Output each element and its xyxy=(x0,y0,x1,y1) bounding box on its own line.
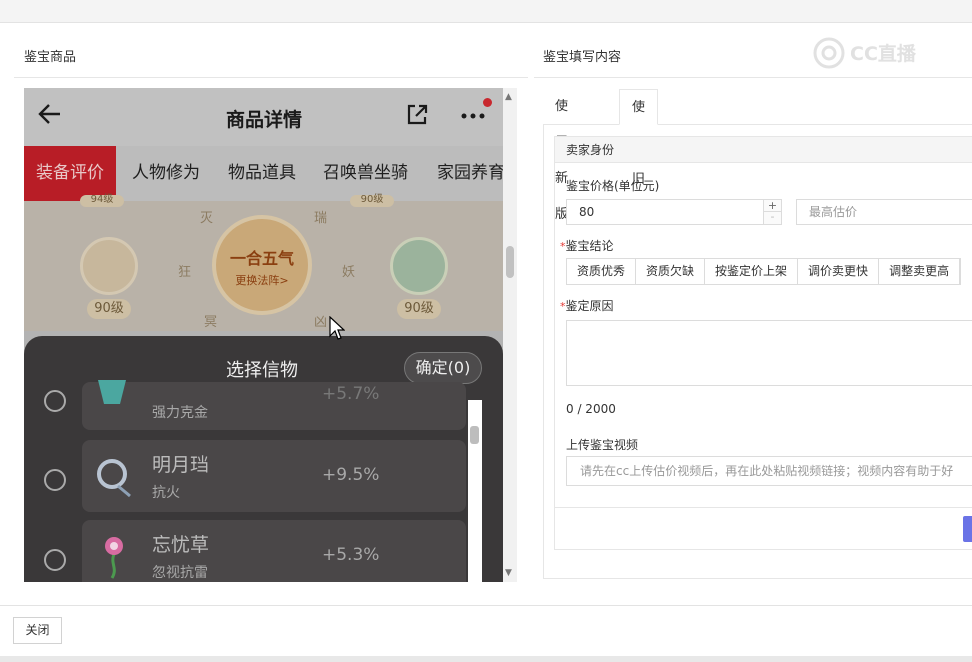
phone-tab: 家园养育 xyxy=(437,163,503,183)
conclusion-options: 资质优秀 资质欠缺 按鉴定价上架 调价卖更快 调整卖更高 xyxy=(566,258,962,285)
divider xyxy=(0,605,972,606)
tab-old-version[interactable]: 使用旧版 xyxy=(619,89,659,223)
price-label: 鉴宝价格(单位元) xyxy=(566,179,660,193)
option-list-at-price[interactable]: 按鉴定价上架 xyxy=(705,259,799,284)
minus-icon[interactable]: - xyxy=(764,211,781,224)
max-price-input[interactable]: 最高估价 xyxy=(796,199,972,225)
item-name: 忘忧草 xyxy=(152,534,210,556)
radio-button xyxy=(44,390,66,412)
rune-glyph: 冥 xyxy=(204,315,218,330)
reason-textarea[interactable] xyxy=(566,320,972,386)
radio-button xyxy=(44,549,66,571)
left-panel-scrollbar[interactable] xyxy=(503,88,517,582)
sheet-scroll-thumb xyxy=(470,426,479,444)
conclusion-label: *鉴宝结论 xyxy=(560,237,614,254)
list-item xyxy=(82,440,466,512)
close-button[interactable]: 关闭 xyxy=(13,617,62,644)
phone-page-title: 商品详情 xyxy=(225,109,302,131)
sheet-title: 选择信物 xyxy=(226,360,298,381)
phone-tab: 装备评价 xyxy=(24,146,116,201)
change-formation-link: 更换法阵> xyxy=(235,274,289,287)
formation-left-orb xyxy=(80,237,138,295)
token-flower-icon xyxy=(92,532,138,580)
item-attribute: 抗火 xyxy=(152,485,180,501)
rune-glyph: 凶 xyxy=(314,315,328,330)
formation-name: 一合五气 xyxy=(229,249,294,268)
seller-identity-header: 卖家身份 xyxy=(555,137,972,163)
watermark-logo: CC直播 xyxy=(812,36,942,70)
list-item xyxy=(82,520,466,582)
share-icon xyxy=(404,102,430,128)
token-jade-icon xyxy=(92,380,138,410)
divider xyxy=(14,77,528,78)
tab-new-version[interactable]: 使用新版 xyxy=(543,89,580,222)
window-top-strip xyxy=(0,0,972,23)
phone-tab: 物品道具 xyxy=(228,163,296,183)
mouse-cursor-icon xyxy=(329,315,346,342)
option-sell-higher[interactable]: 调整卖更高 xyxy=(879,259,961,284)
item-bonus: +5.3% xyxy=(322,545,380,565)
divider xyxy=(534,77,972,78)
item-attribute: 忽视抗雷 xyxy=(152,565,208,581)
level-badge: 94级 xyxy=(80,195,124,207)
video-label: 上传鉴宝视频 xyxy=(566,438,639,452)
submit-button[interactable] xyxy=(963,516,972,542)
formation-right-orb xyxy=(390,237,448,295)
left-panel-title: 鉴宝商品 xyxy=(24,50,77,65)
confirm-button: 确定(0) xyxy=(404,352,482,384)
level-badge: 90级 xyxy=(350,195,394,207)
scroll-up-arrow-icon[interactable]: ▲ xyxy=(505,92,512,102)
reason-label: *鉴定原因 xyxy=(560,297,614,314)
product-screenshot: 商品详情 装备评价 人物修为 物品道具 召唤兽坐骑 家园养育 94级 90级 一… xyxy=(24,88,503,582)
phone-tab: 人物修为 xyxy=(132,163,200,183)
phone-tab: 召唤兽坐骑 xyxy=(323,163,408,183)
back-arrow-icon xyxy=(36,100,64,128)
token-select-sheet: 选择信物 确定(0) 强力克金 +5.7% 明月珰 抗火 +9.5% 忘忧草 忽… xyxy=(24,336,503,582)
reason-label-text: 鉴定原因 xyxy=(565,299,614,313)
radio-button xyxy=(44,469,66,491)
rune-glyph: 瑞 xyxy=(314,211,328,226)
char-counter: 0 / 2000 xyxy=(566,402,616,416)
scroll-thumb[interactable] xyxy=(506,246,514,278)
formation-artwork: 94级 90级 一合五气 更换法阵> 90级 90级 灭 瑞 狂 妖 冥 凶 xyxy=(24,195,503,331)
window-bottom-strip xyxy=(0,656,972,662)
notification-dot xyxy=(483,98,492,107)
price-input[interactable]: 80 xyxy=(566,199,764,225)
price-stepper[interactable]: + - xyxy=(763,199,782,225)
rune-glyph: 灭 xyxy=(200,211,214,226)
conclusion-label-text: 鉴宝结论 xyxy=(565,239,614,253)
level-badge: 90级 xyxy=(87,299,131,319)
svg-text:CC直播: CC直播 xyxy=(850,42,917,65)
more-icon xyxy=(460,106,490,126)
option-sell-faster[interactable]: 调价卖更快 xyxy=(798,259,880,284)
option-lacking[interactable]: 资质欠缺 xyxy=(636,259,706,284)
scroll-down-arrow-icon[interactable]: ▼ xyxy=(505,568,512,578)
list-item xyxy=(82,382,466,430)
rune-glyph: 妖 xyxy=(342,265,356,280)
divider xyxy=(555,507,972,508)
item-bonus: +5.7% xyxy=(322,384,380,404)
item-name: 明月珰 xyxy=(152,454,210,476)
item-bonus: +9.5% xyxy=(322,465,380,485)
option-excellent[interactable]: 资质优秀 xyxy=(567,259,637,284)
right-panel-title: 鉴宝填写内容 xyxy=(543,50,622,65)
level-badge: 90级 xyxy=(397,299,441,319)
token-bracelet-icon xyxy=(92,452,138,500)
item-attribute: 强力克金 xyxy=(152,405,208,421)
video-link-input[interactable]: 请先在cc上传估价视频后，再在此处粘贴视频链接；视频内容有助于好 xyxy=(566,456,972,486)
rune-glyph: 狂 xyxy=(178,265,192,280)
phone-tab-bar: 装备评价 人物修为 物品道具 召唤兽坐骑 家园养育 xyxy=(24,146,503,201)
